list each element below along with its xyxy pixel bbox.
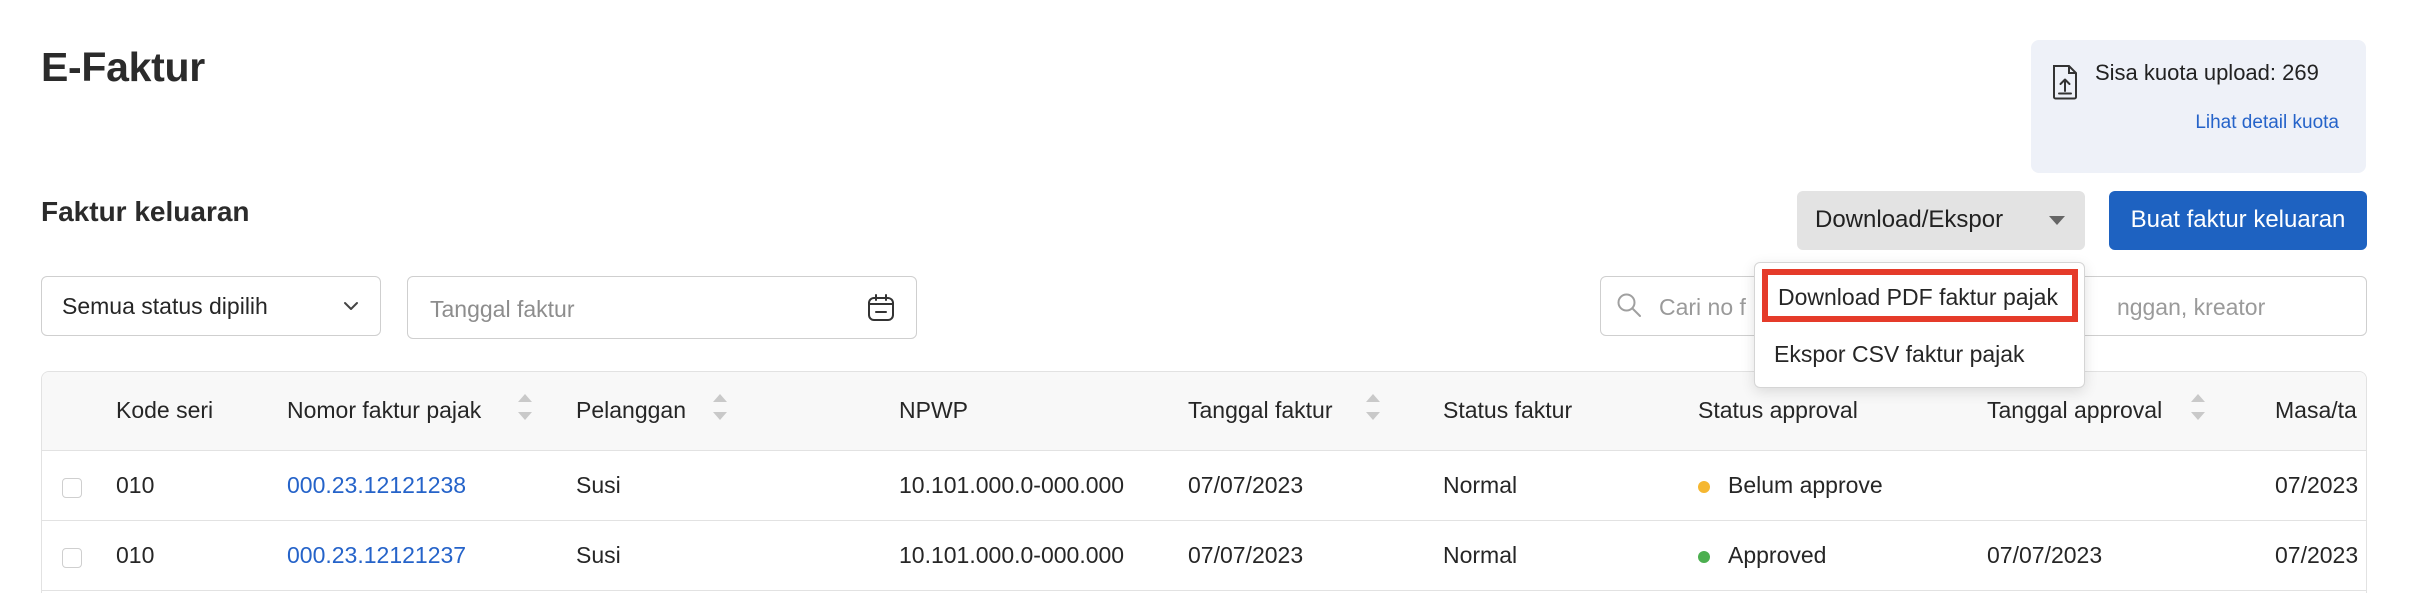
- menu-item-export-csv[interactable]: Ekspor CSV faktur pajak: [1755, 331, 2084, 381]
- cell-pelanggan: Susi: [576, 472, 621, 498]
- section-title: Faktur keluaran: [41, 196, 250, 227]
- row-checkbox[interactable]: [62, 478, 82, 498]
- cell-kode-seri: 010: [116, 542, 155, 568]
- column-header-kode-seri: Kode seri: [116, 397, 214, 423]
- date-filter-placeholder: Tanggal faktur: [430, 296, 575, 322]
- date-filter-input[interactable]: Tanggal faktur: [407, 276, 917, 339]
- cell-kode-seri: 010: [116, 472, 155, 498]
- upload-file-icon: [2053, 65, 2077, 100]
- column-header-tanggal-approval: Tanggal approval: [1987, 397, 2163, 423]
- sort-icon[interactable]: [517, 394, 533, 430]
- cell-status-approval: Belum approve: [1728, 472, 1883, 498]
- cell-masa-tahun: 07/2023: [2275, 542, 2359, 568]
- cell-status-faktur: Normal: [1443, 472, 1518, 498]
- search-placeholder-start: Cari no f: [1659, 294, 1746, 320]
- status-filter-select[interactable]: Semua status dipilih: [41, 276, 381, 336]
- cell-nomor-faktur-link[interactable]: 000.23.12121237: [287, 542, 466, 569]
- cell-tanggal-approval: 07/07/2023: [1987, 542, 2103, 568]
- sort-icon[interactable]: [2190, 394, 2206, 430]
- column-header-pelanggan: Pelanggan: [576, 397, 686, 423]
- cell-status-faktur: Normal: [1443, 542, 1518, 568]
- status-dot-approved: [1698, 551, 1710, 563]
- column-header-tanggal-faktur: Tanggal faktur: [1188, 397, 1333, 423]
- create-invoice-label: Buat faktur keluaran: [2130, 206, 2346, 233]
- menu-item-download-pdf[interactable]: Download PDF faktur pajak: [1762, 269, 2078, 322]
- column-header-npwp: NPWP: [899, 397, 968, 423]
- cell-status-approval: Approved: [1728, 542, 1827, 568]
- quota-detail-link[interactable]: Lihat detail kuota: [2195, 112, 2339, 134]
- search-placeholder-end: nggan, kreator: [2116, 294, 2266, 320]
- menu-item-download-pdf-label: Download PDF faktur pajak: [1778, 284, 2058, 310]
- status-dot-pending: [1698, 481, 1710, 493]
- table-row[interactable]: 010 000.23.12121238 Susi 10.101.000.0-00…: [42, 451, 2366, 521]
- calendar-icon[interactable]: [866, 293, 896, 323]
- quota-card: Sisa kuota upload: 269 Lihat detail kuot…: [2031, 40, 2366, 173]
- status-filter-value: Semua status dipilih: [62, 293, 268, 319]
- column-header-nomor-faktur: Nomor faktur pajak: [287, 397, 482, 423]
- row-checkbox[interactable]: [62, 548, 82, 568]
- cell-npwp: 10.101.000.0-000.000: [899, 472, 1125, 498]
- column-header-status-approval: Status approval: [1698, 397, 1858, 423]
- cell-masa-tahun: 07/2023: [2275, 472, 2359, 498]
- cell-npwp: 10.101.000.0-000.000: [899, 542, 1125, 568]
- search-icon: [1617, 293, 1641, 317]
- download-export-button[interactable]: Download/Ekspor: [1797, 191, 2085, 250]
- table-row[interactable]: 010 000.23.12121237 Susi 10.101.000.0-00…: [42, 521, 2366, 591]
- page-title: E-Faktur: [41, 44, 205, 90]
- cell-tanggal-faktur: 07/07/2023: [1188, 472, 1304, 498]
- sort-icon[interactable]: [1365, 394, 1381, 430]
- cell-pelanggan: Susi: [576, 542, 621, 568]
- cell-nomor-faktur-link[interactable]: 000.23.12121238: [287, 472, 466, 499]
- invoice-table: Kode seri Nomor faktur pajak Pelanggan N…: [41, 371, 2367, 593]
- caret-down-icon: [2049, 216, 2065, 225]
- menu-item-export-csv-label: Ekspor CSV faktur pajak: [1774, 341, 2025, 367]
- download-export-label: Download/Ekspor: [1815, 206, 2004, 233]
- cell-tanggal-faktur: 07/07/2023: [1188, 542, 1304, 568]
- download-export-menu: Download PDF faktur pajak Ekspor CSV fak…: [1754, 262, 2085, 388]
- quota-remaining: Sisa kuota upload: 269: [2095, 60, 2319, 85]
- column-header-status-faktur: Status faktur: [1443, 397, 1573, 423]
- column-header-masa-tahun: Masa/ta: [2275, 397, 2357, 423]
- chevron-down-icon: [344, 302, 358, 310]
- create-invoice-button[interactable]: Buat faktur keluaran: [2109, 191, 2367, 250]
- sort-icon[interactable]: [712, 394, 728, 430]
